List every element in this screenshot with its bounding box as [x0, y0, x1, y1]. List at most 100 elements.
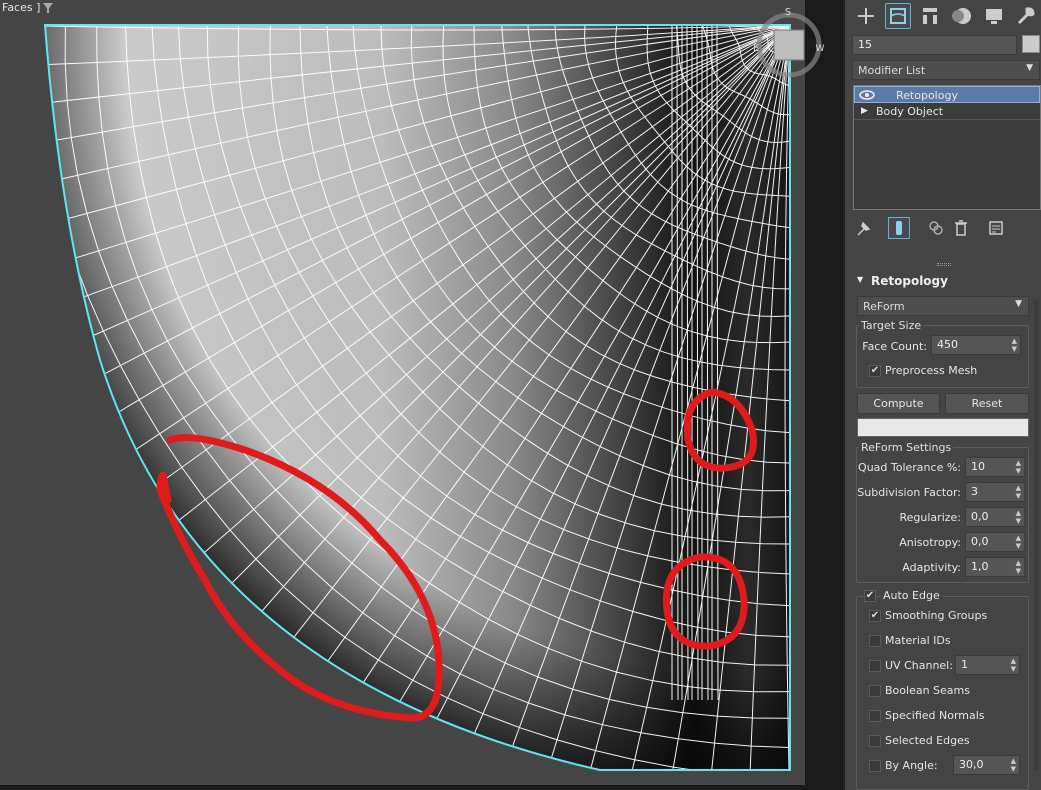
reset-button[interactable]: Reset	[945, 393, 1029, 414]
spinner-arrows-icon[interactable]: ▲ ▼	[1012, 337, 1017, 353]
face-count-label: Face Count:	[862, 340, 927, 353]
subdivision-factor-value: 3	[971, 485, 978, 498]
display-icon	[986, 9, 1002, 24]
anisotropy-spinner[interactable]: 0,0 ▲ ▼	[965, 532, 1025, 552]
preprocess-mesh-checkbox[interactable]: ✔	[869, 365, 881, 377]
svg-text:E: E	[753, 44, 759, 54]
spinner-arrows-icon[interactable]: ▲ ▼	[1016, 534, 1021, 550]
utilities-icon	[1017, 7, 1035, 25]
spinner-arrows-icon[interactable]: ▲ ▼	[1011, 757, 1016, 773]
uv-channel-checkbox[interactable]	[869, 660, 881, 672]
regularize-label: Regularize:	[899, 511, 962, 524]
chevron-down-icon: ▼	[1026, 63, 1033, 73]
regularize-value: 0,0	[971, 510, 989, 523]
make-unique-icon	[929, 221, 943, 235]
by-angle-checkbox[interactable]	[869, 760, 881, 772]
material-ids-checkbox[interactable]	[869, 635, 881, 647]
uv-channel-value: 1	[961, 658, 968, 671]
stack-item-label: Body Object	[876, 105, 944, 118]
panel-scrollbar[interactable]	[1034, 300, 1039, 770]
display-tab[interactable]	[981, 3, 1007, 29]
svg-text:S: S	[785, 7, 791, 18]
motion-tab[interactable]	[949, 3, 975, 29]
object-color-swatch[interactable]	[1022, 35, 1040, 53]
anisotropy-label: Anisotropy:	[899, 536, 961, 549]
quad-tolerance-value: 10	[971, 460, 985, 473]
selected-edges-label: Selected Edges	[885, 734, 970, 747]
adaptivity-value: 1,0	[971, 560, 989, 573]
uv-channel-spinner[interactable]: 1 ▲ ▼	[955, 655, 1020, 675]
by-angle-spinner[interactable]: 30,0 ▲ ▼	[953, 755, 1020, 775]
by-angle-label: By Angle:	[885, 759, 938, 772]
show-end-result-button[interactable]	[888, 217, 910, 239]
viewport[interactable]: Faces ] S W E	[0, 0, 843, 790]
object-name-field[interactable]: 15	[852, 35, 1017, 55]
remove-modifier-button[interactable]	[951, 218, 973, 240]
anisotropy-value: 0,0	[971, 535, 989, 548]
panel-splitter-grip[interactable]	[937, 263, 951, 266]
filter-icon[interactable]	[42, 2, 54, 14]
rollout-collapse-icon: ▼	[857, 275, 864, 284]
selected-edges-checkbox[interactable]	[869, 735, 881, 747]
svg-text:W: W	[816, 44, 825, 54]
compute-button[interactable]: Compute	[857, 393, 940, 414]
utilities-tab[interactable]	[1013, 3, 1039, 29]
specified-normals-label: Specified Normals	[885, 709, 985, 722]
boolean-seams-label: Boolean Seams	[885, 684, 970, 697]
spinner-arrows-icon[interactable]: ▲ ▼	[1011, 657, 1016, 673]
eye-icon[interactable]	[859, 89, 875, 101]
motion-icon	[952, 8, 971, 24]
viewport-canvas[interactable]: S W E	[0, 0, 843, 790]
progress-bar	[857, 418, 1029, 437]
expand-triangle-icon[interactable]: ▶	[861, 103, 868, 120]
create-tab[interactable]	[853, 3, 879, 29]
auto-edge-checkbox[interactable]: ✔	[864, 590, 876, 602]
hierarchy-icon	[923, 8, 937, 24]
smoothing-groups-label: Smoothing Groups	[885, 609, 988, 622]
configure-sets-button[interactable]	[986, 218, 1008, 240]
target-size-title: Target Size	[859, 319, 924, 332]
stack-item-label: Retopology	[896, 89, 958, 102]
adaptivity-spinner[interactable]: 1,0 ▲ ▼	[965, 557, 1025, 577]
modify-tab[interactable]	[885, 3, 911, 29]
auto-edge-label: Auto Edge	[881, 589, 942, 602]
hierarchy-tab[interactable]	[917, 3, 943, 29]
modify-icon	[890, 8, 906, 24]
quad-tolerance-label: Quad Tolerance %:	[858, 461, 961, 474]
quad-tolerance-spinner[interactable]: 10 ▲ ▼	[965, 457, 1025, 477]
make-unique-button[interactable]	[926, 218, 948, 240]
preprocess-mesh-label: Preprocess Mesh	[885, 364, 978, 377]
face-count-value: 450	[937, 338, 958, 351]
configure-sets-icon	[989, 221, 1003, 235]
boolean-seams-checkbox[interactable]	[869, 685, 881, 697]
modifier-list-dropdown[interactable]: Modifier List ▼	[852, 60, 1040, 80]
adaptivity-label: Adaptivity:	[902, 561, 961, 574]
create-icon	[858, 8, 874, 24]
pin-stack-icon	[857, 221, 871, 236]
stack-item-retopology[interactable]: Retopology	[854, 86, 1040, 103]
modifier-stack[interactable]: Retopology ▶ Body Object	[853, 85, 1041, 210]
command-panel: 15 Modifier List ▼ Retopology ▶ Body Obj…	[843, 0, 1041, 790]
material-ids-label: Material IDs	[885, 634, 951, 647]
regularize-spinner[interactable]: 0,0 ▲ ▼	[965, 507, 1025, 527]
spinner-arrows-icon[interactable]: ▲ ▼	[1016, 509, 1021, 525]
spinner-arrows-icon[interactable]: ▲ ▼	[1016, 559, 1021, 575]
viewport-label[interactable]: Faces ]	[0, 0, 42, 15]
subdivision-factor-spinner[interactable]: 3 ▲ ▼	[965, 482, 1025, 502]
remove-modifier-icon	[955, 220, 967, 236]
modifier-list-label: Modifier List	[858, 64, 926, 77]
pin-stack-button[interactable]	[854, 218, 876, 240]
spinner-arrows-icon[interactable]: ▲ ▼	[1016, 484, 1021, 500]
show-end-result-icon	[896, 221, 902, 235]
uv-channel-label: UV Channel:	[885, 659, 953, 672]
stack-item-body-object[interactable]: ▶ Body Object	[854, 103, 1040, 120]
rollout-title: Retopology	[871, 274, 948, 288]
face-count-spinner[interactable]: 450 ▲ ▼	[931, 335, 1021, 355]
specified-normals-checkbox[interactable]	[869, 710, 881, 722]
rollout-header[interactable]: ▼ Retopology	[853, 274, 1029, 292]
reform-settings-title: ReForm Settings	[859, 441, 954, 454]
spinner-arrows-icon[interactable]: ▲ ▼	[1016, 459, 1021, 475]
by-angle-value: 30,0	[959, 758, 984, 771]
method-dropdown[interactable]: ReForm ▼	[857, 296, 1029, 316]
smoothing-groups-checkbox[interactable]: ✔	[869, 610, 881, 622]
